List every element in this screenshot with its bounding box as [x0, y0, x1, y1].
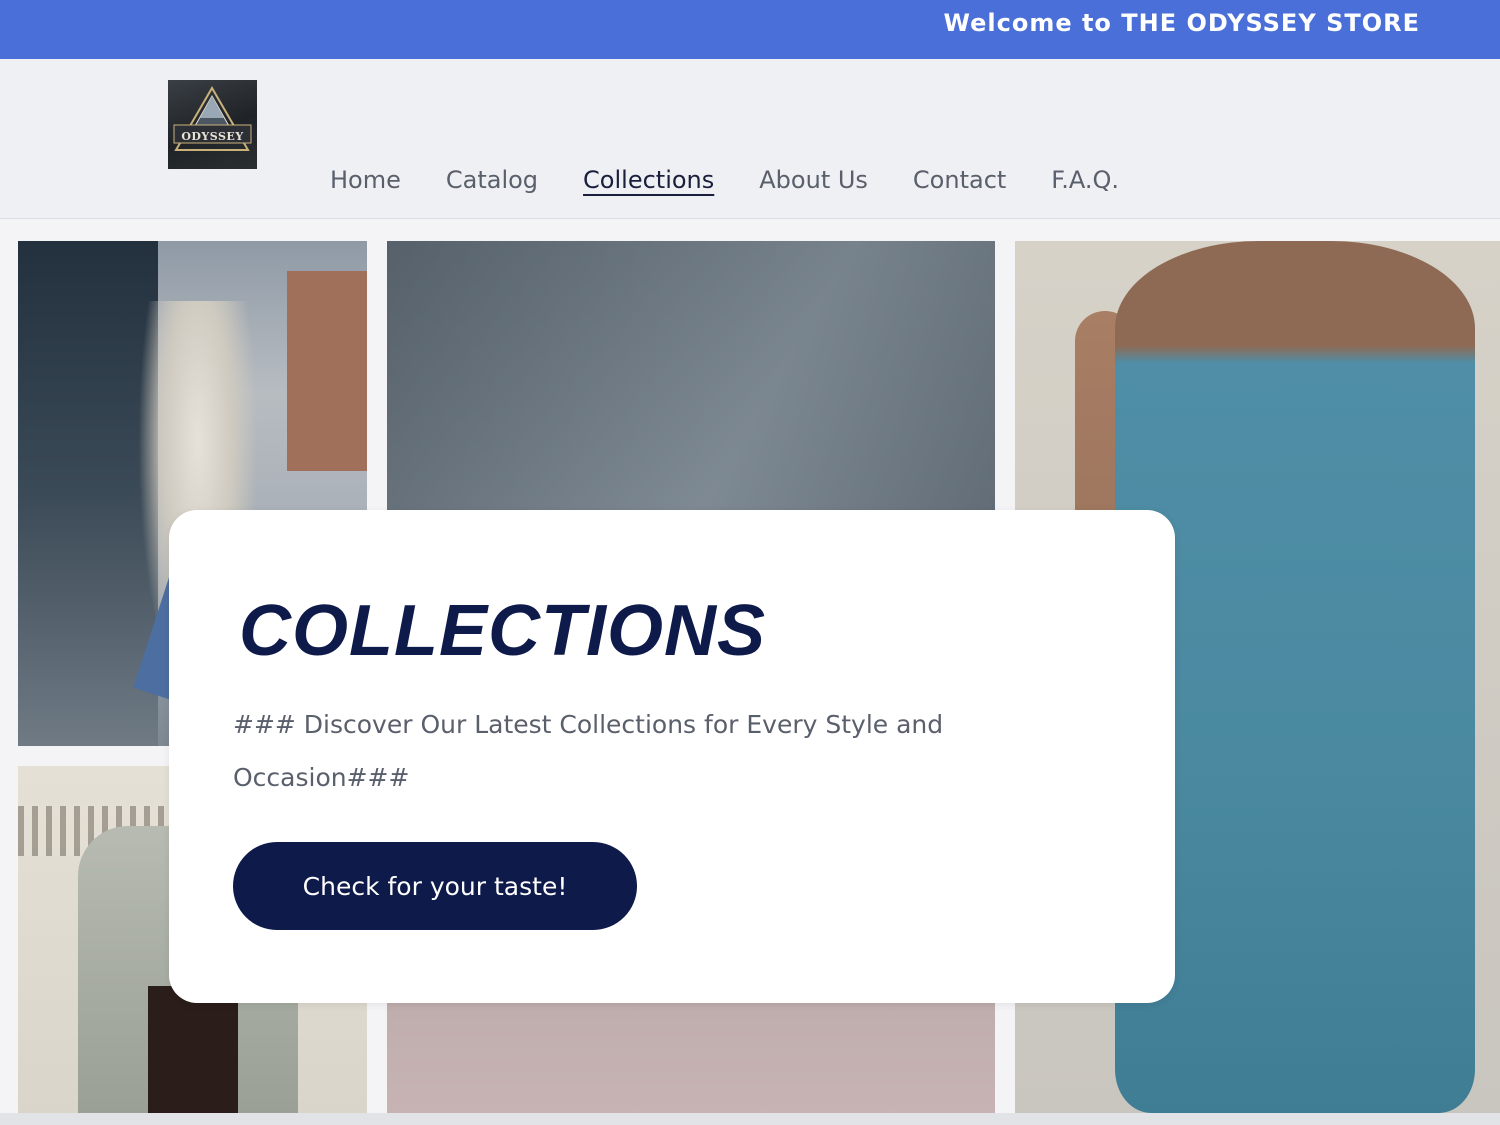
nav-faq[interactable]: F.A.Q. — [1051, 164, 1119, 196]
nav-collections[interactable]: Collections — [583, 164, 714, 196]
main-nav: Home Catalog Collections About Us Contac… — [330, 164, 1164, 196]
nav-about-us[interactable]: About Us — [759, 164, 868, 196]
odyssey-logo-icon — [173, 86, 252, 151]
store-logo[interactable]: ODYSSEY — [168, 80, 257, 169]
page-subtitle: ### Discover Our Latest Collections for … — [233, 710, 944, 792]
announcement-bar: Welcome to THE ODYSSEY STORE — [0, 0, 1500, 59]
site-header: ODYSSEY Home Catalog Collections About U… — [0, 59, 1500, 219]
bottom-scroll-edge — [0, 1113, 1500, 1125]
logo-wordmark: ODYSSEY — [181, 130, 244, 143]
nav-catalog[interactable]: Catalog — [446, 164, 538, 196]
collections-card: COLLECTIONS ### Discover Our Latest Coll… — [169, 510, 1175, 1003]
check-taste-button[interactable]: Check for your taste! — [233, 842, 637, 930]
nav-home[interactable]: Home — [330, 164, 401, 196]
announcement-text: Welcome to THE ODYSSEY STORE — [943, 9, 1420, 37]
nav-contact[interactable]: Contact — [913, 164, 1006, 196]
page-title: COLLECTIONS — [239, 591, 766, 671]
